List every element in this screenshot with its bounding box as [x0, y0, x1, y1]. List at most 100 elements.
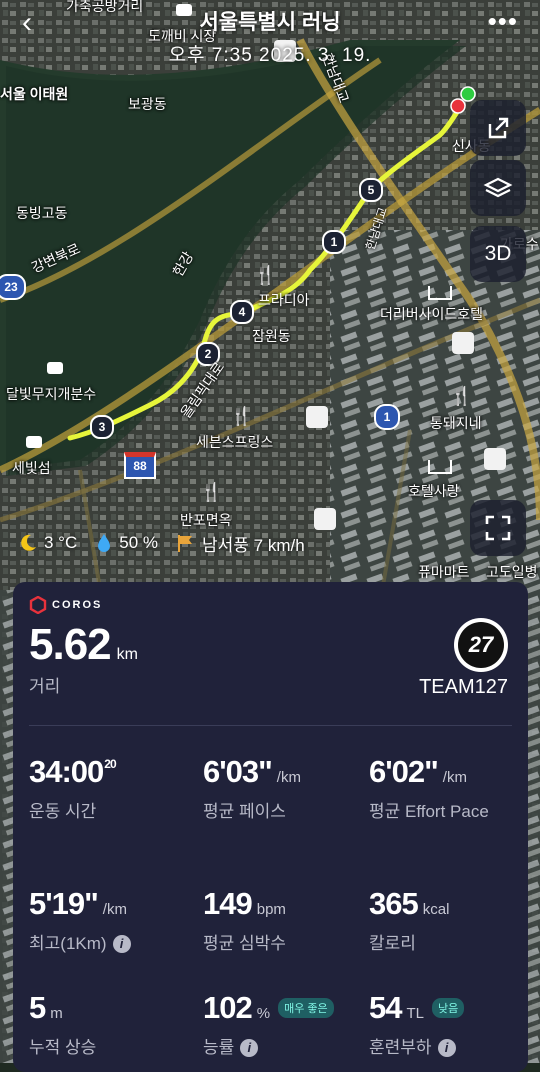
- distance-unit: km: [116, 646, 138, 663]
- more-button[interactable]: •••: [488, 6, 518, 37]
- wind-value: 남서풍 7 km/h: [202, 535, 305, 555]
- temperature-value: 3 °C: [44, 533, 78, 552]
- metric-efficiency: 102% 매우 좋은 능률 i: [203, 990, 373, 1061]
- wind: 남서풍 7 km/h: [176, 531, 305, 556]
- stats-card: COROS 5.62 km 거리 27 TEAM127 34:0020 운동 시간…: [13, 582, 528, 1072]
- metric-unit: bpm: [256, 901, 286, 918]
- metric-value: 102: [203, 990, 253, 1025]
- team-badge-text: 27: [458, 622, 504, 668]
- distance-block: 5.62 km 거리: [29, 620, 138, 697]
- metric-value: 34:00: [29, 754, 104, 789]
- metric-label: 평균 심박수: [203, 934, 286, 953]
- map-label: 호텔사랑: [408, 483, 460, 499]
- share-icon: [488, 117, 509, 139]
- hotel-icon: [428, 286, 452, 300]
- efficiency-badge: 매우 좋은: [278, 998, 334, 1018]
- hotel-icon: [428, 460, 452, 474]
- road-shield-1: 1: [374, 404, 400, 430]
- metric-unit: kcal: [422, 901, 450, 918]
- metric-elevation: 5m 누적 상승: [29, 990, 189, 1061]
- subway-icon: [314, 508, 336, 530]
- map-label: 잠원동: [252, 328, 291, 344]
- subway-icon: [452, 332, 474, 354]
- metric-value: 54: [369, 990, 402, 1025]
- restaurant-icon: 🍴: [450, 386, 473, 406]
- restaurant-icon: 🍴: [254, 265, 277, 285]
- map-label: 보광동: [128, 96, 167, 112]
- restaurant-icon: 🍴: [230, 406, 253, 426]
- camera-icon: [26, 436, 42, 448]
- page-title: 서울특별시 러닝: [199, 11, 341, 34]
- metric-label: 능률: [203, 1038, 235, 1057]
- coros-hex-icon: [29, 596, 47, 614]
- coros-logo: COROS: [29, 596, 102, 614]
- metric-label: 평균 페이스: [203, 802, 286, 821]
- subway-icon: [306, 406, 328, 428]
- camera-icon: [47, 362, 63, 374]
- 3d-label: 3D: [484, 242, 512, 265]
- info-icon[interactable]: i: [240, 1038, 259, 1057]
- header: ‹ 서울특별시 러닝 오후 7:35 2025. 3. 19. •••: [0, 0, 540, 70]
- metric-unit: /km: [276, 769, 301, 786]
- map-label: 동빙고동: [16, 205, 68, 221]
- metric-unit: %: [256, 1005, 271, 1022]
- metric-label: 평균 Effort Pace: [369, 802, 489, 821]
- metric-unit: /km: [102, 901, 127, 918]
- metric-duration: 34:0020 운동 시간: [29, 754, 189, 825]
- metric-value: 6'03": [203, 754, 273, 789]
- temperature: 3 °C: [18, 533, 77, 553]
- metric-unit: /km: [442, 769, 467, 786]
- metric-value: 365: [369, 886, 419, 921]
- metric-value: 6'02": [369, 754, 439, 789]
- share-button[interactable]: [470, 100, 526, 156]
- fullscreen-icon: [485, 515, 511, 541]
- brand-text: COROS: [52, 599, 103, 611]
- metric-training-load: 54 TL 낮음 훈련부하 i: [369, 990, 529, 1061]
- restaurant-icon: 🍴: [200, 482, 223, 502]
- team-name: TEAM127: [419, 676, 508, 698]
- route-marker: 1: [322, 230, 346, 254]
- moon-icon: [21, 534, 36, 551]
- map-label: 세븐스프링스: [196, 434, 274, 450]
- layers-icon: [483, 177, 513, 198]
- distance-value: 5.62: [29, 620, 112, 669]
- map-label: 프라디아: [258, 292, 310, 308]
- metric-unit: TL: [406, 1005, 424, 1022]
- subway-icon: [484, 448, 506, 470]
- team-badge-icon: 27: [454, 618, 508, 672]
- weather-bar: 3 °C 50 % 남서풍 7 km/h: [18, 530, 323, 556]
- activity-date: 오후 7:35 2025. 3. 19.: [168, 45, 372, 66]
- metric-unit: m: [50, 1005, 63, 1022]
- map-label: 세빛섬: [12, 460, 51, 476]
- info-icon[interactable]: i: [437, 1038, 456, 1057]
- metric-label: 운동 시간: [29, 802, 97, 821]
- map-label: 퓨마마트: [418, 564, 470, 580]
- team-block[interactable]: 27 TEAM127: [419, 618, 508, 699]
- road-shield-23: 23: [0, 274, 26, 300]
- metric-label: 훈련부하: [369, 1038, 432, 1057]
- map-label: 서울 이태원: [0, 86, 69, 102]
- map-label: 달빛무지개분수: [6, 386, 97, 402]
- metric-label: 최고(1Km): [29, 934, 107, 953]
- fullscreen-button[interactable]: [470, 500, 526, 556]
- metric-label: 누적 상승: [29, 1038, 97, 1057]
- map-label: 고도일병: [486, 564, 538, 580]
- droplet-icon: [98, 534, 111, 552]
- layers-button[interactable]: [470, 160, 526, 216]
- training-load-badge: 낮음: [432, 998, 465, 1018]
- metric-avg-hr: 149 bpm 평균 심박수: [203, 886, 363, 957]
- metric-calories: 365 kcal 칼로리: [369, 886, 529, 957]
- humidity: 50 %: [95, 533, 158, 553]
- metric-avg-pace: 6'03"/km 평균 페이스: [203, 754, 363, 825]
- metric-label: 칼로리: [369, 934, 416, 953]
- 3d-button[interactable]: 3D: [470, 226, 526, 282]
- metric-value: 5: [29, 990, 46, 1025]
- map-label: 더리버사이드호텔: [380, 306, 484, 322]
- wind-flag-icon: [178, 535, 193, 552]
- map-label: 반포면옥: [180, 512, 232, 528]
- info-icon[interactable]: i: [112, 934, 131, 953]
- metric-value: 5'19": [29, 886, 99, 921]
- route-marker: 3: [90, 415, 114, 439]
- metric-effort-pace: 6'02"/km 평균 Effort Pace: [369, 754, 519, 825]
- metric-best-km: 5'19"/km 최고(1Km) i: [29, 886, 189, 957]
